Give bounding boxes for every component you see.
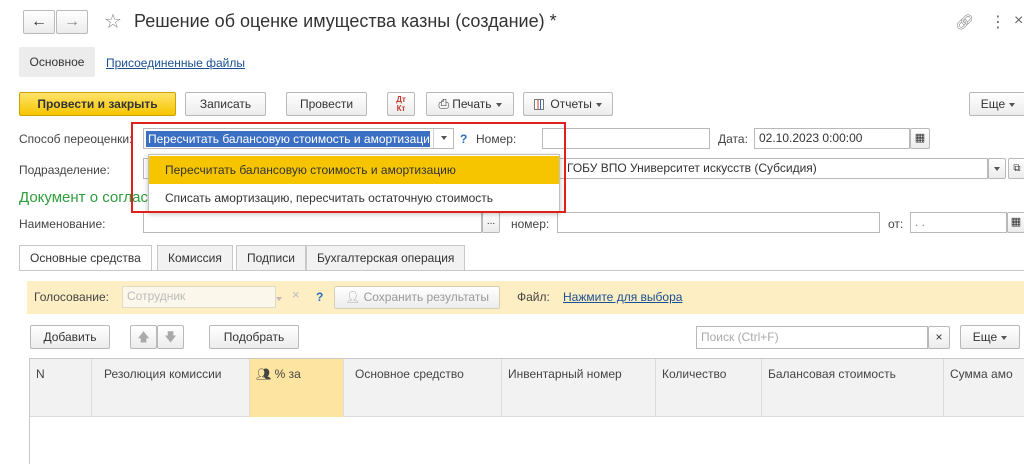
reports-button[interactable]: Отчеты xyxy=(523,92,613,116)
chevron-down-icon xyxy=(595,102,602,107)
pick-button[interactable]: Подобрать xyxy=(209,325,299,349)
post-button[interactable]: Провести xyxy=(286,92,367,116)
arrow-right-icon: → xyxy=(64,13,80,30)
search-clear-button[interactable]: × xyxy=(928,326,950,349)
move-down-button[interactable]: 🡇︎ xyxy=(157,325,184,349)
chevron-down-icon xyxy=(1001,335,1008,340)
group-icon: 👥︎ xyxy=(256,367,272,381)
tab-main[interactable]: Основное xyxy=(19,47,95,77)
save-results-label: Сохранить результаты xyxy=(363,290,489,304)
col-n[interactable]: N xyxy=(30,359,92,417)
division-value: ГОБУ ВПО Университет искусств (Субсидия) xyxy=(567,161,817,175)
number-field[interactable] xyxy=(542,128,710,149)
link-icon[interactable]: 🔗︎ xyxy=(955,13,974,31)
close-icon[interactable]: × xyxy=(1014,12,1023,30)
from-calendar-button[interactable]: ▦ xyxy=(1007,212,1024,233)
tab-attached-files[interactable]: Присоединенные файлы xyxy=(106,56,245,70)
date-field[interactable]: 02.10.2023 0:00:00 xyxy=(754,128,910,149)
print-label: Печать xyxy=(452,97,492,111)
tab-fixed-assets[interactable]: Основные средства xyxy=(19,245,152,271)
printer-icon: ⎙ xyxy=(438,96,449,111)
col-quantity[interactable]: Количество xyxy=(656,359,762,417)
voting-employee-field[interactable]: Сотрудник xyxy=(122,286,276,308)
calendar-button[interactable]: ▦ xyxy=(910,128,930,149)
open-icon: ⧉ xyxy=(1013,163,1021,174)
search-input[interactable]: Поиск (Ctrl+F) xyxy=(696,326,928,349)
forward-button[interactable]: → xyxy=(56,10,88,34)
num-label: номер: xyxy=(511,217,550,231)
move-up-button[interactable]: 🡅︎ xyxy=(130,325,157,349)
voting-panel: Голосование: Сотрудник × ? 👤︎ Сохранить … xyxy=(27,281,1024,314)
calendar-icon: ▦ xyxy=(914,132,926,144)
person-icon: 👤︎ xyxy=(345,290,361,304)
from-date-field[interactable]: . . xyxy=(910,212,1007,233)
arrow-left-icon: ← xyxy=(31,13,47,30)
method-label: Способ переоценки: xyxy=(19,132,133,146)
chevron-down-icon xyxy=(1009,102,1016,107)
star-icon[interactable]: ☆ xyxy=(104,9,122,34)
print-button[interactable]: ⎙ Печать xyxy=(426,92,514,116)
arrow-up-icon: 🡅︎ xyxy=(137,330,150,344)
chevron-down-icon xyxy=(276,296,282,301)
table-more-button[interactable]: Еще xyxy=(960,325,1020,349)
col-percent-for[interactable]: 👥︎ % за xyxy=(250,359,344,417)
post-and-close-button[interactable]: Провести и закрыть xyxy=(19,92,176,116)
voting-help-icon[interactable]: ? xyxy=(316,290,323,304)
save-button[interactable]: Записать xyxy=(185,92,266,116)
col-inventory-number[interactable]: Инвентарный номер xyxy=(502,359,656,417)
table-more-label: Еще xyxy=(972,330,998,344)
save-results-button[interactable]: 👤︎ Сохранить результаты xyxy=(334,286,500,309)
dt-kt-icon: Дт Кт xyxy=(396,95,406,113)
voting-dropdown-toggle[interactable] xyxy=(276,291,282,305)
division-dropdown-button[interactable] xyxy=(988,158,1006,179)
calendar-icon: ▦ xyxy=(1010,216,1022,228)
name-field[interactable] xyxy=(143,212,482,233)
more-button[interactable]: Еще xyxy=(969,92,1024,116)
add-button[interactable]: Добавить xyxy=(30,325,110,349)
arrow-down-icon: 🡇︎ xyxy=(164,330,177,344)
dt-kt-button[interactable]: Дт Кт xyxy=(387,92,415,116)
voting-label: Голосование: xyxy=(34,290,109,304)
tab-commission[interactable]: Комиссия xyxy=(157,245,233,270)
date-label: Дата: xyxy=(718,132,748,146)
from-label: от: xyxy=(888,217,904,231)
file-select-link[interactable]: Нажмите для выбора xyxy=(563,290,682,304)
more-label: Еще xyxy=(980,97,1006,111)
title-bar: ← → ☆ Решение об оценке имущества казны … xyxy=(0,0,1024,44)
file-label: Файл: xyxy=(517,290,550,304)
col-resolution[interactable]: Резолюция комиссии xyxy=(98,359,250,417)
chevron-down-icon xyxy=(994,166,1000,171)
col-amortization-sum[interactable]: Сумма амо xyxy=(944,359,1024,417)
tab-signatures[interactable]: Подписи xyxy=(236,245,306,270)
search-placeholder: Поиск (Ctrl+F) xyxy=(701,330,779,344)
tab-accounting[interactable]: Бухгалтерская операция xyxy=(306,245,466,270)
chevron-down-icon xyxy=(495,102,502,107)
col-percent-for-label: % за xyxy=(274,367,301,381)
voting-employee-placeholder: Сотрудник xyxy=(127,289,186,303)
tabs-baseline xyxy=(19,270,1024,271)
num-field[interactable] xyxy=(557,212,880,233)
name-label: Наименование: xyxy=(19,217,106,231)
voting-clear-icon[interactable]: × xyxy=(292,287,300,302)
reports-label: Отчеты xyxy=(550,97,592,111)
division-open-button[interactable]: ⧉ xyxy=(1008,158,1024,179)
kebab-menu-icon[interactable]: ⋮ xyxy=(990,12,1006,32)
report-icon xyxy=(534,99,545,111)
col-book-value[interactable]: Балансовая стоимость xyxy=(762,359,944,417)
page-title: Решение об оценке имущества казны (созда… xyxy=(134,11,557,31)
back-button[interactable]: ← xyxy=(23,10,55,34)
division-label: Подразделение: xyxy=(19,163,110,177)
col-fixed-asset[interactable]: Основное средство xyxy=(349,359,502,417)
name-choose-button[interactable]: ... xyxy=(482,212,500,233)
red-highlight-frame xyxy=(131,122,566,213)
tab-main-label: Основное xyxy=(29,55,85,69)
